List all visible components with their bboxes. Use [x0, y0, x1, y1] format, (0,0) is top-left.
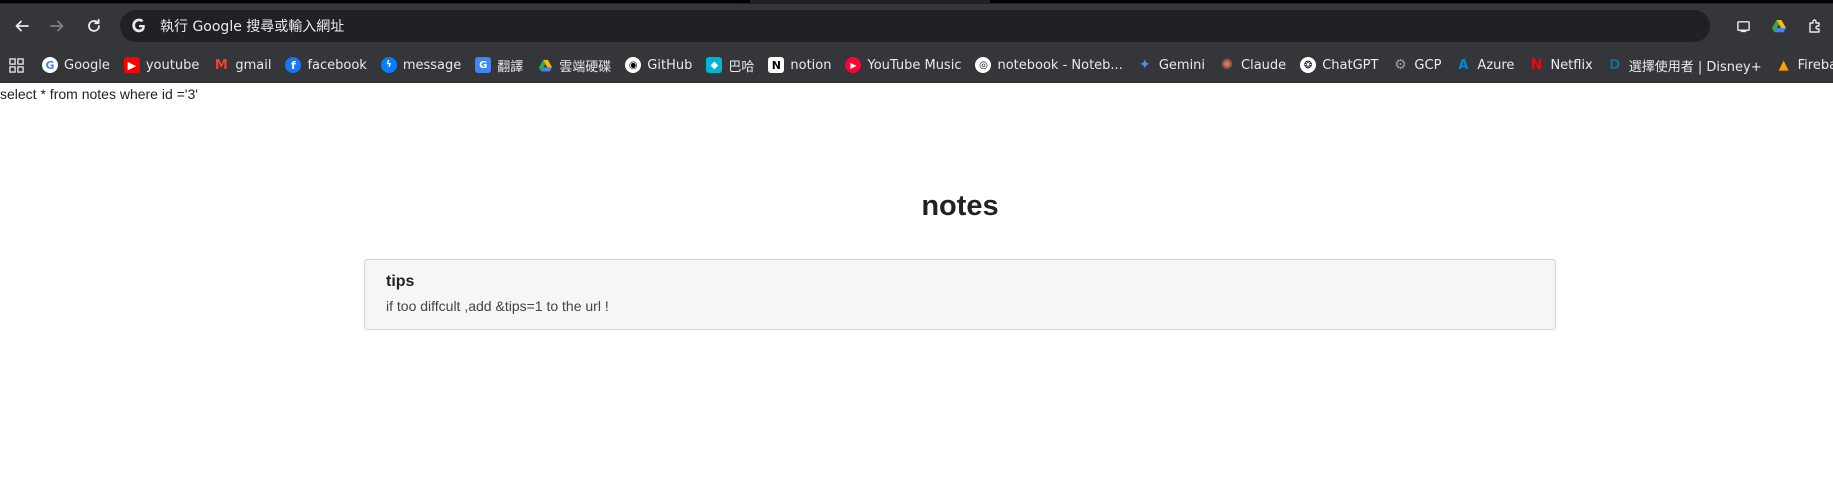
translate-icon: G [475, 57, 492, 73]
bookmark-label: Google [64, 57, 110, 73]
bookmark-label: ChatGPT [1322, 57, 1379, 73]
bookmark-label: message [402, 57, 462, 73]
bookmark-disney-plus[interactable]: D 選擇使用者 | Disney+ [1601, 51, 1770, 79]
tab-edge [990, 0, 1833, 3]
bookmark-firebase[interactable]: ▲ Firebase [1770, 51, 1833, 79]
gemini-icon: ✦ [1138, 57, 1151, 73]
bookmark-gemini[interactable]: ✦ Gemini [1131, 51, 1213, 79]
claude-icon: ✺ [1221, 57, 1233, 73]
github-icon: ◉ [625, 57, 642, 73]
disney-plus-icon: D [1609, 57, 1621, 73]
chatgpt-icon: ❂ [1300, 57, 1317, 73]
bookmark-github[interactable]: ◉ GitHub [619, 51, 700, 79]
bookmark-label: Claude [1241, 57, 1287, 73]
bookmark-label: GCP [1414, 57, 1442, 73]
tab-edge [0, 0, 750, 3]
toolbar-right-icons [1725, 10, 1833, 42]
browser-toolbar: 執行 Google 搜尋或輸入網址 [0, 4, 1833, 48]
facebook-icon: f [285, 57, 302, 73]
bookmark-label: notebook - Noteb... [997, 57, 1123, 73]
bookmark-bahamut[interactable]: ◆ 巴哈 [700, 51, 762, 79]
azure-icon: A [1458, 57, 1469, 73]
address-bar[interactable]: 執行 Google 搜尋或輸入網址 [120, 10, 1710, 42]
bookmark-claude[interactable]: ✺ Claude [1213, 51, 1294, 79]
bookmark-label: Gemini [1158, 57, 1206, 73]
google-icon: G [42, 57, 58, 73]
notion-icon: N [768, 57, 785, 73]
bookmark-netflix[interactable]: N Netflix [1522, 51, 1600, 79]
bookmark-label: Azure [1477, 57, 1515, 73]
netflix-icon: N [1530, 57, 1543, 73]
note-card: tips if too diffcult ,add &tips=1 to the… [364, 259, 1556, 330]
bookmark-label: 選擇使用者 | Disney+ [1628, 59, 1762, 75]
bookmark-label: YouTube Music [867, 57, 962, 73]
bookmark-azure[interactable]: A Azure [1449, 51, 1522, 79]
apps-button[interactable] [9, 51, 24, 79]
bookmark-label: Firebase [1797, 57, 1833, 73]
arrow-right-icon [50, 20, 64, 32]
bookmark-label: GitHub [647, 57, 693, 73]
drive-extension-button[interactable] [1761, 10, 1797, 42]
bookmark-label: 巴哈 [728, 59, 755, 75]
firebase-icon: ▲ [1778, 57, 1789, 73]
youtube-music-icon: ▶ [845, 57, 862, 73]
messenger-icon: ϟ [380, 57, 397, 73]
youtube-icon: ▶ [123, 57, 140, 73]
notebooklm-icon: ◎ [975, 57, 992, 73]
apps-grid-icon [9, 57, 24, 73]
bookmark-translate[interactable]: G 翻譯 [469, 51, 531, 79]
extensions-button[interactable] [1797, 10, 1833, 42]
gcp-icon: ⚙ [1394, 57, 1407, 73]
forward-button[interactable] [41, 10, 73, 42]
puzzle-icon [1809, 19, 1820, 33]
bookmark-facebook[interactable]: f facebook [279, 51, 374, 79]
reload-icon [88, 18, 100, 32]
back-button[interactable] [6, 10, 38, 42]
bookmark-label: gmail [235, 57, 272, 73]
bookmark-youtube-music[interactable]: ▶ YouTube Music [839, 51, 969, 79]
install-app-button[interactable] [1725, 10, 1761, 42]
sql-query-text: select * from notes where id ='3' [0, 86, 198, 102]
bookmark-label: notion [790, 57, 832, 73]
drive-icon [537, 57, 553, 73]
bookmark-drive[interactable]: 雲端硬碟 [531, 51, 619, 79]
bookmark-label: facebook [307, 57, 367, 73]
bookmark-label: 翻譯 [497, 59, 524, 75]
note-title: tips [386, 273, 415, 290]
bookmark-gcp[interactable]: ⚙ GCP [1386, 51, 1449, 79]
bookmark-notion[interactable]: Nnotion [762, 51, 839, 79]
bookmark-gmail[interactable]: Mgmail [207, 51, 279, 79]
bookmark-chatgpt[interactable]: ❂ ChatGPT [1294, 51, 1386, 79]
bookmarks-bar: G Google ▶ youtube Mgmail f facebook ϟ messa… [0, 48, 1833, 83]
install-app-icon [1736, 20, 1750, 32]
arrow-left-icon [15, 20, 29, 32]
address-bar-placeholder: 執行 Google 搜尋或輸入網址 [160, 19, 345, 35]
note-body: if too diffcult ,add &tips=1 to the url … [386, 298, 609, 314]
bookmark-youtube[interactable]: ▶ youtube [118, 51, 207, 79]
bookmark-label: youtube [145, 57, 200, 73]
bookmark-message[interactable]: ϟ message [375, 51, 469, 79]
bookmark-google[interactable]: G Google [36, 51, 118, 79]
google-g-icon [130, 17, 148, 35]
drive-icon [1772, 20, 1786, 33]
bahamut-icon: ◆ [706, 57, 723, 73]
page-title: notes [921, 190, 999, 222]
gmail-icon: M [214, 57, 228, 73]
bookmark-label: 雲端硬碟 [559, 59, 612, 75]
bookmark-label: Netflix [1550, 57, 1593, 73]
bookmark-notebook[interactable]: ◎ notebook - Noteb... [969, 51, 1130, 79]
reload-button[interactable] [78, 10, 110, 42]
